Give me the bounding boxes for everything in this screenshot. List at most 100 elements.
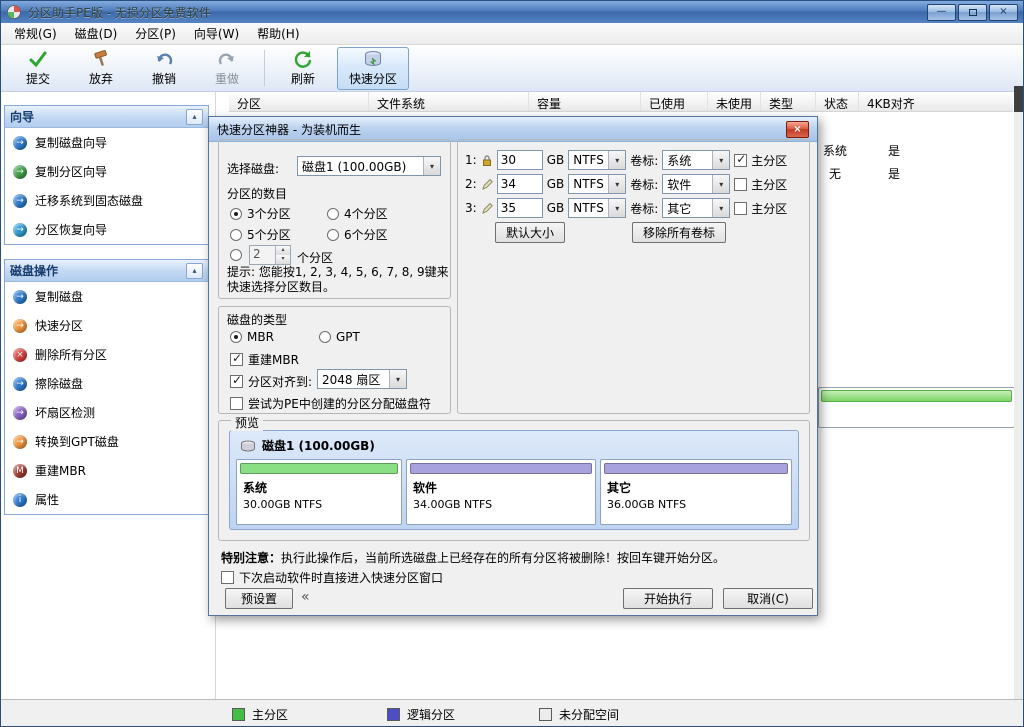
align-option[interactable]: 分区对齐到: — [230, 373, 312, 390]
radio-custom-partitions[interactable] — [230, 249, 242, 261]
pe-letter-option[interactable]: 尝试为PE中创建的分区分配磁盘符 — [230, 395, 431, 412]
dialog-close-button[interactable]: × — [786, 121, 809, 138]
disk-type-gpt[interactable]: GPT — [319, 330, 360, 344]
spinner-up-icon[interactable]: ▴ — [276, 246, 290, 255]
disk-select-combobox[interactable]: 磁盘1 (100.00GB) — [297, 156, 441, 176]
column-type[interactable]: 类型 — [761, 92, 816, 111]
next-launch-checkbox[interactable] — [221, 571, 234, 584]
chevron-down-icon[interactable] — [608, 199, 625, 217]
collapse-advanced-icon[interactable]: « — [301, 589, 310, 605]
sidebar-item-rebuild-mbr[interactable]: M 重建MBR — [5, 456, 208, 485]
disk-map-partition-block[interactable] — [818, 387, 1015, 428]
sidebar-item-bad-sector-test[interactable]: → 坏扇区检测 — [5, 398, 208, 427]
default-size-button[interactable]: 默认大小 — [495, 222, 565, 243]
sidebar-item-properties[interactable]: i 属性 — [5, 485, 208, 514]
sidebar-item-delete-all-partitions[interactable]: × 删除所有分区 — [5, 340, 208, 369]
scrollbar-thumb[interactable] — [1014, 86, 1023, 112]
maximize-button[interactable] — [958, 4, 987, 21]
collapse-chevron-icon[interactable]: ▴ — [186, 263, 203, 279]
disk-type-mbr[interactable]: MBR — [230, 330, 274, 344]
menu-partition[interactable]: 分区(P) — [126, 22, 185, 45]
chevron-down-icon[interactable] — [423, 157, 440, 175]
align-combobox[interactable]: 2048 扇区 — [317, 369, 407, 389]
radio-3-partitions[interactable] — [230, 208, 242, 220]
column-4kalign[interactable]: 4KB对齐 — [859, 92, 1013, 111]
size-input-1[interactable] — [497, 150, 543, 170]
edit-icon[interactable] — [481, 202, 493, 215]
count-option-5[interactable]: 5个分区 — [230, 226, 291, 243]
refresh-button[interactable]: 刷新 — [274, 47, 332, 90]
wizard-panel-header[interactable]: 向导 ▴ — [5, 106, 208, 128]
chevron-down-icon[interactable] — [712, 199, 729, 217]
primary-checkbox-2[interactable] — [734, 178, 747, 191]
sidebar-item-copy-disk-wizard[interactable]: → 复制磁盘向导 — [5, 128, 208, 157]
chevron-down-icon[interactable] — [608, 151, 625, 169]
menu-wizard[interactable]: 向导(W) — [185, 22, 248, 45]
radio-5-partitions[interactable] — [230, 229, 242, 241]
preview-partition-1[interactable]: 系统 30.00GB NTFS — [236, 459, 402, 525]
column-filesystem[interactable]: 文件系统 — [369, 92, 529, 111]
count-option-3[interactable]: 3个分区 — [230, 205, 291, 222]
custom-count-spinner[interactable]: 2 ▴ ▾ — [249, 245, 291, 265]
sidebar-item-convert-gpt[interactable]: → 转换到GPT磁盘 — [5, 427, 208, 456]
volume-label-combobox-1[interactable]: 系统 — [662, 150, 730, 170]
sidebar-item-wipe-disk[interactable]: → 擦除磁盘 — [5, 369, 208, 398]
redo-button[interactable]: 重做 — [198, 47, 256, 90]
chevron-down-icon[interactable] — [712, 151, 729, 169]
collapse-chevron-icon[interactable]: ▴ — [186, 109, 203, 125]
quick-partition-button[interactable]: 快速分区 — [337, 47, 409, 90]
edit-icon[interactable] — [481, 178, 493, 191]
next-launch-option[interactable]: 下次启动软件时直接进入快速分区窗口 — [221, 569, 443, 586]
undo-button[interactable]: 撤销 — [135, 47, 193, 90]
remove-all-labels-button[interactable]: 移除所有卷标 — [632, 222, 726, 243]
fs-combobox-2[interactable]: NTFS — [568, 174, 626, 194]
chevron-down-icon[interactable] — [712, 175, 729, 193]
column-capacity[interactable]: 容量 — [529, 92, 641, 111]
sidebar-item-partition-recovery[interactable]: → 分区恢复向导 — [5, 215, 208, 244]
volume-label-combobox-2[interactable]: 软件 — [662, 174, 730, 194]
size-input-3[interactable] — [497, 198, 543, 218]
rebuild-mbr-option[interactable]: 重建MBR — [230, 351, 299, 368]
sidebar-item-copy-disk[interactable]: → 复制磁盘 — [5, 282, 208, 311]
count-option-4[interactable]: 4个分区 — [327, 205, 388, 222]
primary-checkbox-3[interactable] — [734, 202, 747, 215]
fs-combobox-1[interactable]: NTFS — [568, 150, 626, 170]
menu-disk[interactable]: 磁盘(D) — [66, 22, 127, 45]
radio-mbr[interactable] — [230, 331, 242, 343]
menu-help[interactable]: 帮助(H) — [248, 22, 308, 45]
chevron-down-icon[interactable] — [389, 370, 406, 388]
minimize-button[interactable]: — — [927, 4, 956, 21]
rebuild-mbr-checkbox[interactable] — [230, 353, 243, 366]
radio-gpt[interactable] — [319, 331, 331, 343]
discard-button[interactable]: 放弃 — [72, 47, 130, 90]
sidebar-item-migrate-os[interactable]: → 迁移系统到固态磁盘 — [5, 186, 208, 215]
cancel-button[interactable]: 取消(C) — [723, 588, 813, 609]
preset-button[interactable]: 预设置 — [225, 588, 293, 609]
sidebar-item-quick-partition[interactable]: → 快速分区 — [5, 311, 208, 340]
commit-button[interactable]: 提交 — [9, 47, 67, 90]
disk-operations-panel-header[interactable]: 磁盘操作 ▴ — [5, 260, 208, 282]
align-checkbox[interactable] — [230, 375, 243, 388]
column-used[interactable]: 已使用 — [641, 92, 708, 111]
fs-combobox-3[interactable]: NTFS — [568, 198, 626, 218]
preview-partition-3[interactable]: 其它 36.00GB NTFS — [600, 459, 792, 525]
sidebar-item-copy-partition-wizard[interactable]: → 复制分区向导 — [5, 157, 208, 186]
count-option-6[interactable]: 6个分区 — [327, 226, 388, 243]
column-partition[interactable]: 分区 — [229, 92, 369, 111]
radio-6-partitions[interactable] — [327, 229, 339, 241]
size-input-2[interactable] — [497, 174, 543, 194]
chevron-down-icon[interactable] — [608, 175, 625, 193]
start-button[interactable]: 开始执行 — [623, 588, 713, 609]
column-unused[interactable]: 未使用 — [708, 92, 761, 111]
primary-checkbox-1[interactable] — [734, 154, 747, 167]
close-button[interactable]: × — [989, 4, 1018, 21]
menu-general[interactable]: 常规(G) — [5, 22, 66, 45]
volume-label-combobox-3[interactable]: 其它 — [662, 198, 730, 218]
column-status[interactable]: 状态 — [816, 92, 859, 111]
count-option-custom[interactable] — [230, 249, 242, 261]
lock-icon[interactable] — [481, 154, 493, 167]
pe-letter-checkbox[interactable] — [230, 397, 243, 410]
radio-4-partitions[interactable] — [327, 208, 339, 220]
vertical-scrollbar[interactable] — [1014, 86, 1023, 699]
preview-partition-2[interactable]: 软件 34.00GB NTFS — [406, 459, 596, 525]
